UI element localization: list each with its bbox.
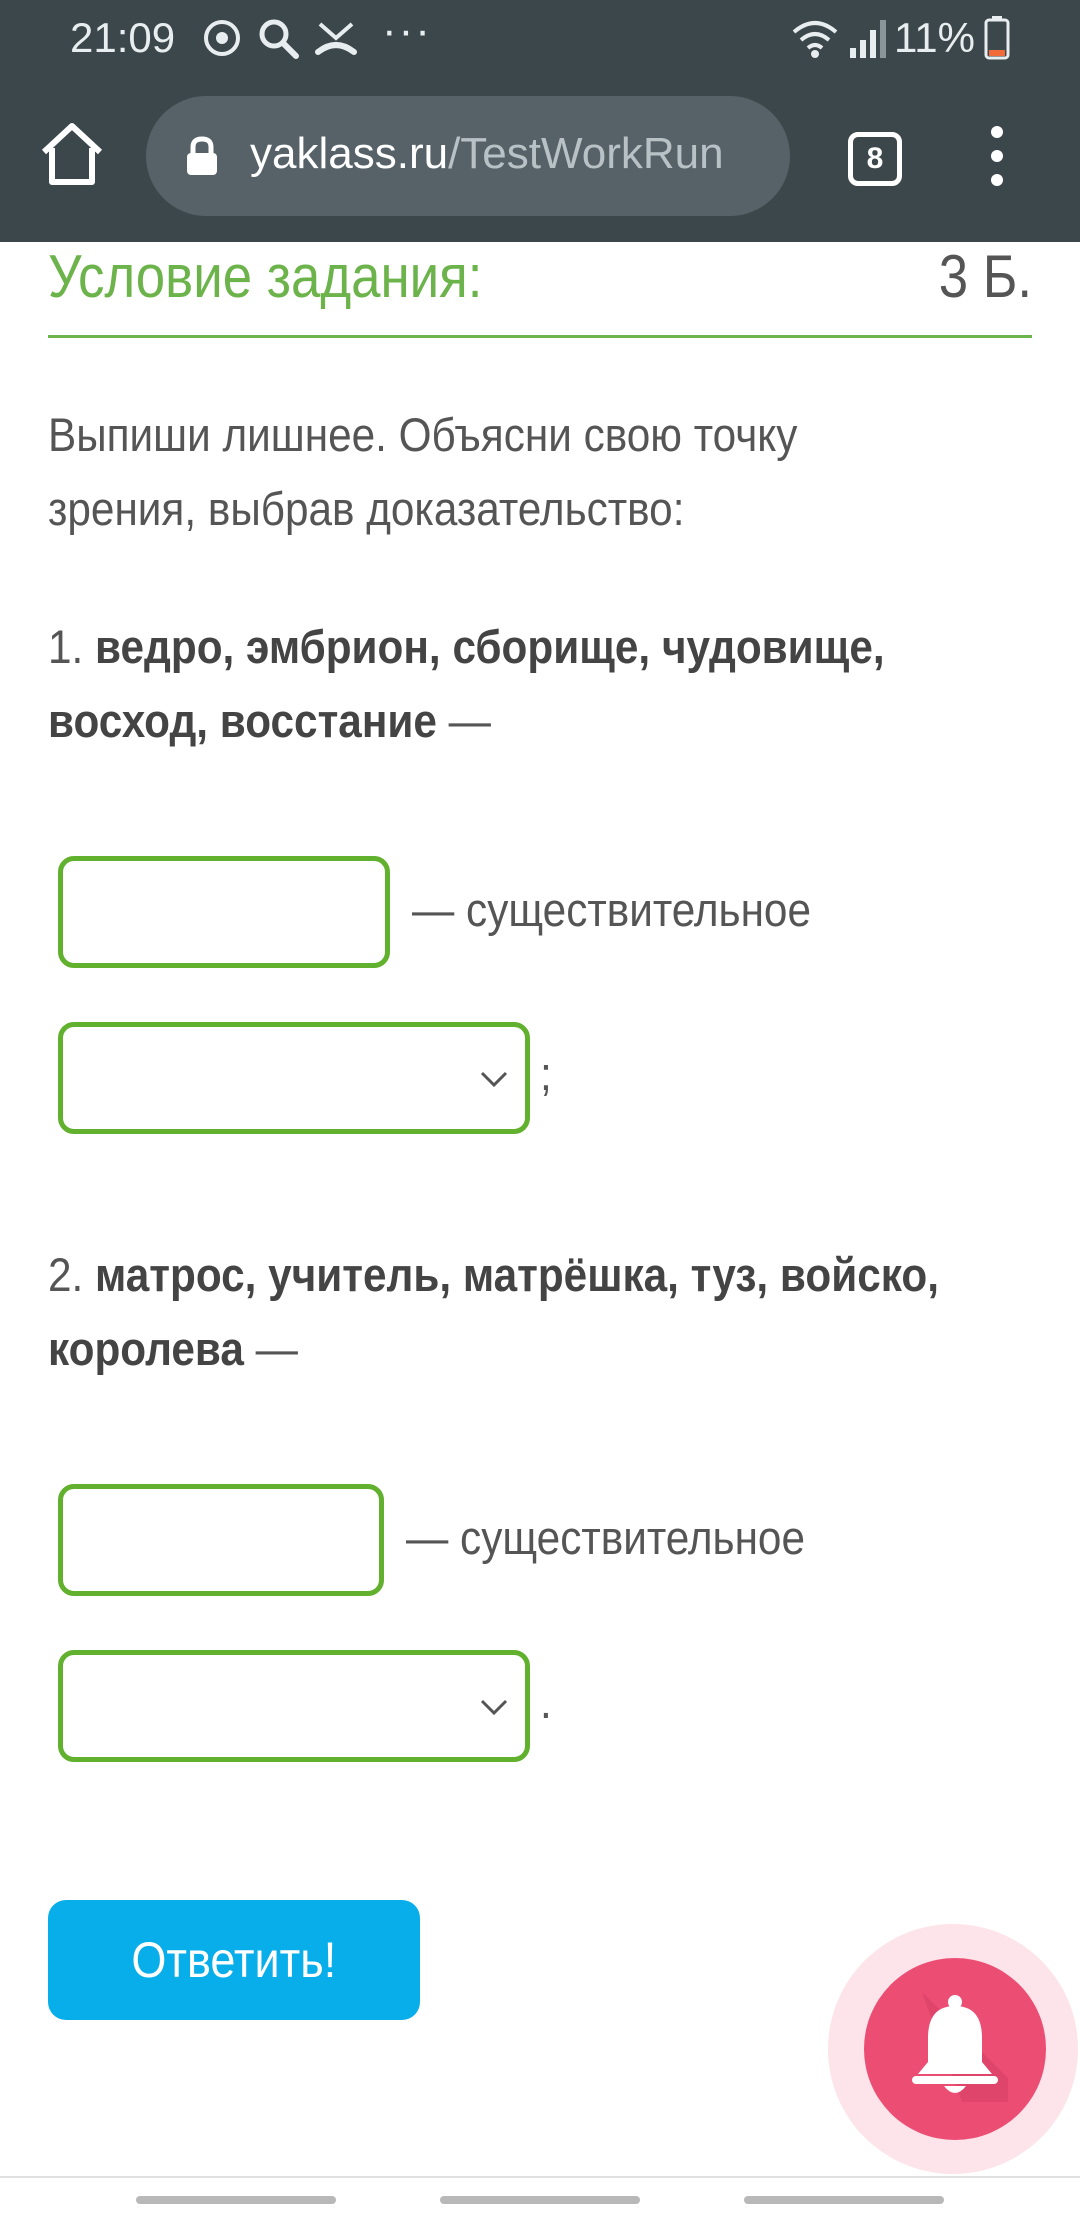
question-2-end: .: [540, 1675, 552, 1728]
url-bar[interactable]: yaklass.ru/TestWorkRun: [146, 96, 790, 216]
question-1-proof-select[interactable]: [58, 1022, 530, 1134]
sync-icon: [204, 20, 240, 56]
battery-percent: 11%: [894, 14, 975, 61]
question-2-text: 2. матрос, учитель, матрёшка, туз, войск…: [48, 1238, 939, 1386]
question-2-answer-input[interactable]: [58, 1484, 384, 1596]
task-title: Условие задания:: [48, 243, 483, 310]
home-icon[interactable]: [36, 118, 108, 190]
bell-icon: [912, 1992, 1008, 2102]
url-host: yaklass.ru: [250, 129, 449, 178]
wifi-icon: [792, 21, 838, 58]
question-2-words-line-1: матрос, учитель, матрёшка, туз, войско,: [95, 1248, 939, 1301]
question-2-number: 2.: [48, 1248, 84, 1301]
url-text: yaklass.ru/TestWorkRun: [250, 129, 724, 179]
status-time: 21:09: [70, 14, 176, 61]
missed-call-icon: [315, 22, 357, 55]
signal-icon: [850, 20, 886, 58]
browser-toolbar: yaklass.ru/TestWorkRun 8: [0, 76, 1080, 242]
search-icon: [259, 19, 299, 59]
submit-button[interactable]: Ответить!: [48, 1900, 420, 2020]
question-1-answer-input[interactable]: [58, 856, 390, 968]
url-path: /TestWorkRun: [448, 129, 724, 178]
chevron-down-icon: [480, 1071, 508, 1088]
question-1-end: ;: [540, 1047, 552, 1100]
instruction-line-2: зрения, выбрав доказательство:: [48, 482, 685, 535]
nav-recents[interactable]: [744, 2196, 944, 2204]
overflow-indicator: ···: [382, 6, 432, 55]
nav-back[interactable]: [136, 2196, 336, 2204]
task-points: 3 Б.: [938, 243, 1032, 310]
status-bar: 21:09 ··· 11%: [0, 0, 1080, 76]
submit-button-label: Ответить!: [131, 1932, 337, 1988]
instruction-text: Выпиши лишнее. Объясни свою точку зрения…: [48, 398, 939, 546]
system-nav-bar: [0, 2176, 1080, 2220]
task-header: Условие задания: 3 Б.: [48, 242, 1032, 338]
question-1-number: 1.: [48, 620, 84, 673]
question-2-suffix: — существительное: [406, 1511, 805, 1564]
question-1-suffix: — существительное: [412, 883, 811, 936]
question-2-proof-select[interactable]: [58, 1650, 530, 1762]
tab-switcher-button[interactable]: 8: [848, 132, 902, 186]
instruction-line-1: Выпиши лишнее. Объясни свою точку: [48, 408, 798, 461]
menu-icon[interactable]: [982, 126, 1012, 196]
question-2-words-line-2: королева: [48, 1322, 244, 1375]
lock-icon: [187, 136, 217, 175]
chevron-down-icon: [480, 1699, 508, 1716]
question-1-words-line-1: ведро, эмбрион, сборище, чудовище,: [95, 620, 885, 673]
notifications-button[interactable]: [864, 1958, 1046, 2140]
nav-home[interactable]: [440, 2196, 640, 2204]
question-2-dash: —: [243, 1322, 298, 1375]
page-content: Условие задания: 3 Б. Выпиши лишнее. Объ…: [0, 242, 1080, 2182]
battery-icon: [984, 16, 1010, 60]
question-1-dash: —: [436, 694, 491, 747]
question-1-text: 1. ведро, эмбрион, сборище, чудовище, во…: [48, 610, 939, 758]
question-1-words-line-2: восход, восстание: [48, 694, 437, 747]
